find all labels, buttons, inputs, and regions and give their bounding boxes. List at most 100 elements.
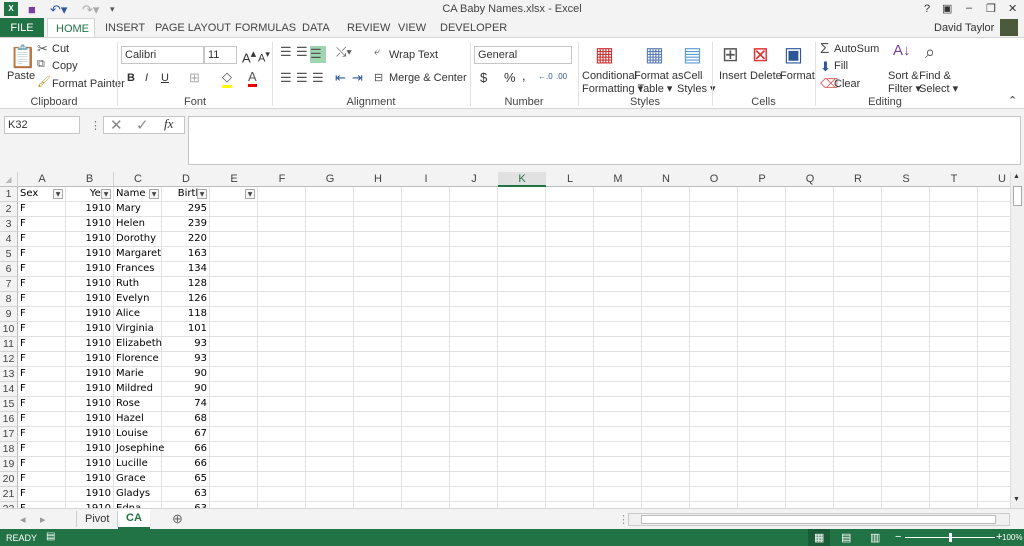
filter-dropdown-icon[interactable]: ▼ <box>197 189 207 199</box>
cell[interactable] <box>210 232 258 247</box>
cell[interactable] <box>402 457 450 472</box>
cell[interactable]: 1910 <box>66 217 114 232</box>
cell[interactable] <box>978 322 1010 337</box>
cell[interactable] <box>690 262 738 277</box>
column-header-o[interactable]: O <box>690 172 739 187</box>
cell[interactable]: Elizabeth <box>114 337 162 352</box>
cell[interactable] <box>882 277 930 292</box>
tab-view[interactable]: VIEW <box>390 18 434 38</box>
cell[interactable] <box>258 457 306 472</box>
cell[interactable] <box>834 292 882 307</box>
cell[interactable] <box>258 352 306 367</box>
header-cell[interactable] <box>450 187 498 202</box>
help-icon[interactable]: ? <box>924 3 930 15</box>
tab-formulas[interactable]: FORMULAS <box>227 18 304 38</box>
cell[interactable] <box>450 352 498 367</box>
cell[interactable] <box>834 217 882 232</box>
restore-icon[interactable]: ❐ <box>986 2 996 15</box>
cell[interactable] <box>498 307 546 322</box>
align-left-icon[interactable]: ☰ <box>280 70 292 86</box>
cell[interactable] <box>498 217 546 232</box>
cell[interactable] <box>690 232 738 247</box>
cell[interactable] <box>930 277 978 292</box>
cell[interactable]: 1910 <box>66 427 114 442</box>
decrease-decimal-icon[interactable]: .00 <box>556 72 567 81</box>
cell[interactable] <box>258 427 306 442</box>
select-all-button[interactable]: ◢ <box>0 172 18 187</box>
cell[interactable]: Lucille <box>114 457 162 472</box>
cell[interactable] <box>450 472 498 487</box>
cell[interactable] <box>498 292 546 307</box>
header-cell[interactable]: ▼ <box>210 187 258 202</box>
row-header[interactable]: 12 <box>0 352 18 367</box>
row-header[interactable]: 13 <box>0 367 18 382</box>
normal-view-icon[interactable]: ▦ <box>814 531 824 544</box>
cell[interactable] <box>306 457 354 472</box>
cell[interactable]: 118 <box>162 307 210 322</box>
cell[interactable] <box>978 262 1010 277</box>
cell[interactable] <box>690 427 738 442</box>
cell[interactable] <box>642 322 690 337</box>
cell[interactable] <box>450 442 498 457</box>
cell[interactable]: 1910 <box>66 397 114 412</box>
cell[interactable] <box>402 247 450 262</box>
cell[interactable] <box>690 367 738 382</box>
cell[interactable] <box>882 457 930 472</box>
format-painter-icon[interactable]: 🖌 <box>37 75 51 88</box>
cell[interactable] <box>690 412 738 427</box>
cell[interactable]: Rose <box>114 397 162 412</box>
cell[interactable] <box>978 427 1010 442</box>
cell[interactable] <box>546 232 594 247</box>
shrink-font-icon[interactable]: A▾ <box>258 49 270 65</box>
cell[interactable] <box>498 277 546 292</box>
new-sheet-icon[interactable]: ⊕ <box>172 511 183 527</box>
cell[interactable]: 1910 <box>66 367 114 382</box>
cell[interactable] <box>978 397 1010 412</box>
column-header-b[interactable]: B <box>66 172 114 187</box>
row-header[interactable]: 7 <box>0 277 18 292</box>
cell[interactable] <box>786 457 834 472</box>
cell[interactable] <box>354 337 402 352</box>
cell[interactable] <box>546 472 594 487</box>
cell[interactable] <box>450 247 498 262</box>
cell[interactable]: Evelyn <box>114 292 162 307</box>
percent-button[interactable]: % <box>504 70 516 85</box>
cell[interactable] <box>786 397 834 412</box>
cell[interactable] <box>258 202 306 217</box>
cell[interactable] <box>402 202 450 217</box>
cell[interactable]: F <box>18 397 66 412</box>
cell-styles-icon[interactable]: ▤ <box>683 42 702 67</box>
cell[interactable]: F <box>18 202 66 217</box>
cell[interactable] <box>834 277 882 292</box>
cell[interactable] <box>402 337 450 352</box>
cell[interactable] <box>306 262 354 277</box>
cell[interactable]: F <box>18 277 66 292</box>
currency-button[interactable]: $ <box>480 70 487 85</box>
cell[interactable] <box>930 487 978 502</box>
column-header-d[interactable]: D <box>162 172 211 187</box>
cell[interactable] <box>882 337 930 352</box>
cell[interactable] <box>690 277 738 292</box>
cell[interactable] <box>642 337 690 352</box>
cell[interactable] <box>738 202 786 217</box>
cell[interactable] <box>546 322 594 337</box>
cell[interactable] <box>642 427 690 442</box>
cell[interactable] <box>834 247 882 262</box>
header-cell[interactable]: Year▼ <box>66 187 114 202</box>
fill-button[interactable]: Fill <box>834 60 848 72</box>
cell[interactable] <box>642 262 690 277</box>
cell[interactable]: Alice <box>114 307 162 322</box>
format-as-table-button[interactable]: Format as Table ▾ <box>634 70 684 95</box>
cell[interactable] <box>306 472 354 487</box>
cell[interactable] <box>642 352 690 367</box>
cell[interactable] <box>450 307 498 322</box>
cell[interactable]: 101 <box>162 322 210 337</box>
cell[interactable] <box>594 412 642 427</box>
cell[interactable] <box>498 427 546 442</box>
cell[interactable] <box>450 457 498 472</box>
cell[interactable] <box>450 412 498 427</box>
cell[interactable] <box>834 472 882 487</box>
column-header-p[interactable]: P <box>738 172 787 187</box>
cell[interactable] <box>786 277 834 292</box>
cell[interactable] <box>978 292 1010 307</box>
